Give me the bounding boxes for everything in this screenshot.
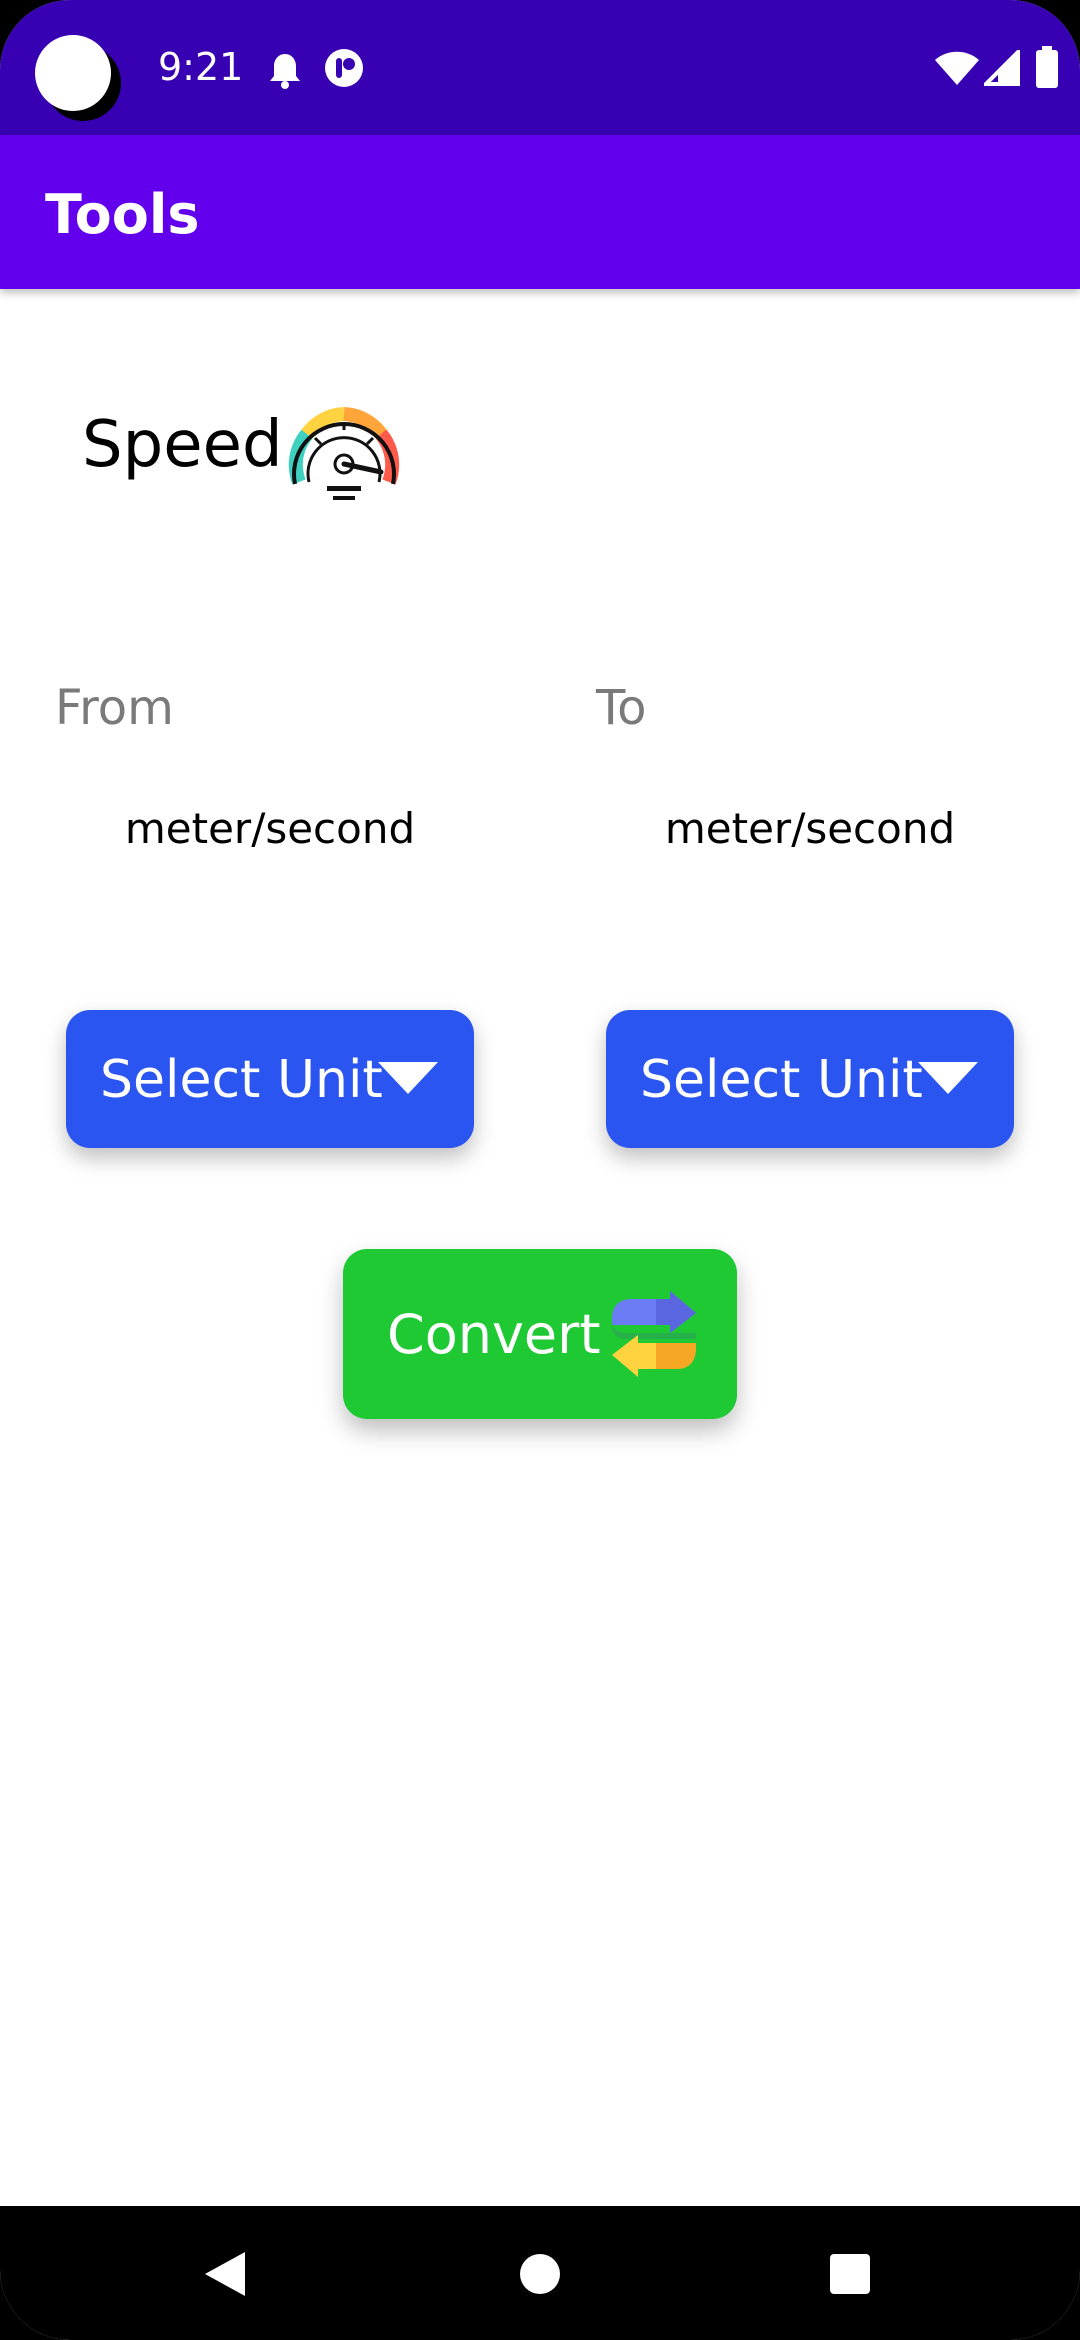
from-select-unit-label: Select Unit	[100, 1050, 383, 1110]
signal-icon	[984, 50, 1020, 86]
app-title: Tools	[45, 183, 200, 246]
swap-arrows-icon	[612, 1291, 696, 1377]
to-select-unit-label: Select Unit	[640, 1050, 923, 1110]
from-select-unit-button[interactable]: Select Unit	[66, 1010, 474, 1148]
status-time: 9:21	[158, 45, 244, 89]
home-icon	[520, 2254, 560, 2294]
back-icon	[205, 2252, 245, 2296]
bell-icon	[270, 54, 300, 89]
to-select-unit-button[interactable]: Select Unit	[606, 1010, 1014, 1148]
chevron-down-icon	[378, 1062, 438, 1094]
nav-home-button[interactable]	[460, 2206, 620, 2340]
from-unit-value: meter/second	[124, 804, 416, 853]
nav-back-button[interactable]	[147, 2206, 307, 2340]
nav-recents-button[interactable]	[770, 2206, 930, 2340]
wifi-icon	[935, 51, 979, 85]
to-label: To	[596, 680, 647, 736]
navigation-bar	[0, 2206, 1080, 2340]
chevron-down-icon	[918, 1062, 978, 1094]
notification-app-icon	[325, 49, 363, 87]
battery-icon	[1036, 46, 1058, 88]
convert-button-label: Convert	[387, 1303, 601, 1366]
from-label: From	[55, 680, 174, 736]
recents-icon	[830, 2254, 870, 2294]
status-bar: 9:21	[0, 0, 1080, 135]
camera-cutout	[35, 35, 111, 111]
to-unit-value: meter/second	[664, 804, 956, 853]
app-bar: Tools	[0, 135, 1080, 289]
screen: 9:21 Tools Speed From meter/second Selec…	[0, 0, 1080, 2340]
convert-button[interactable]: Convert	[343, 1249, 737, 1419]
converter-heading: Speed	[82, 408, 283, 482]
speedometer-icon	[288, 407, 400, 500]
